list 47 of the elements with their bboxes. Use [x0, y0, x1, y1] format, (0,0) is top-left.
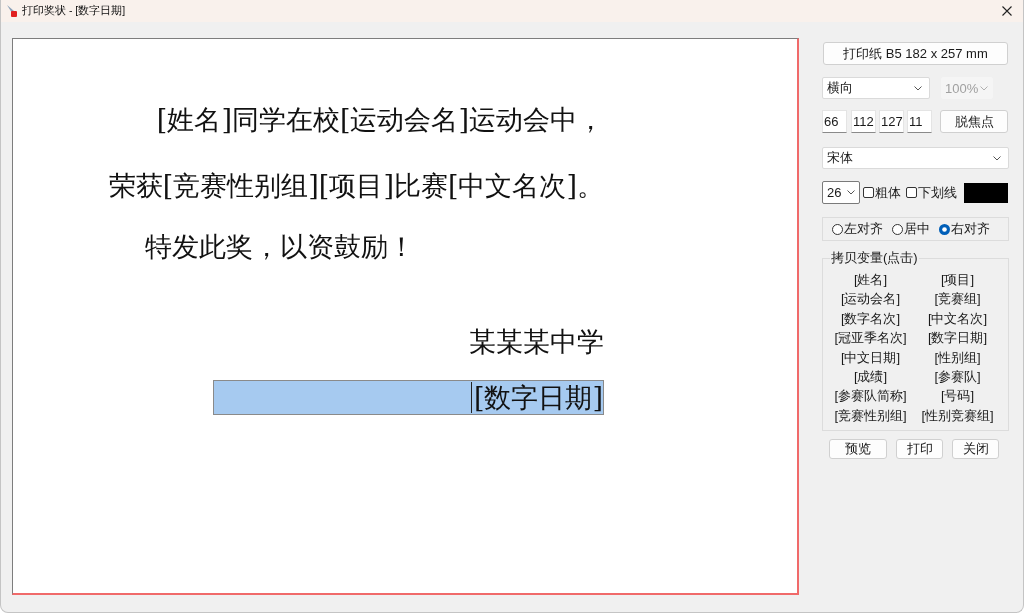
certificate-text[interactable]: 荣获[竞赛性别组][项目]比赛[中文名次]。 [108, 170, 604, 202]
variable-link[interactable]: [项目] [940, 270, 975, 290]
dialog-button[interactable]: 打印 [896, 439, 943, 460]
margin-field[interactable]: 66 [822, 110, 847, 133]
variable-link[interactable]: [运动会名] [840, 289, 901, 309]
variable-link[interactable]: [中文日期] [840, 347, 901, 368]
group-title: 拷贝变量(点击) [830, 250, 919, 266]
variable-link[interactable]: [号码] [940, 386, 975, 406]
variable-link[interactable]: [参赛队简称] [834, 386, 907, 406]
dialog-button[interactable]: 关闭 [952, 439, 999, 460]
certificate-text[interactable]: 特发此奖，以资鼓励！ [145, 231, 415, 263]
variable-link[interactable]: [成绩] [853, 367, 888, 387]
font-size-combo[interactable]: 26 [822, 181, 860, 204]
style-checkbox[interactable]: 粗体 [863, 183, 901, 202]
brush-icon [6, 4, 18, 18]
margin-field[interactable]: 11 [907, 110, 932, 133]
certificate-text[interactable]: [数字日期] [213, 380, 604, 415]
margin-field[interactable]: 127 [879, 110, 904, 133]
variable-link[interactable]: [性别组] [934, 347, 981, 368]
variable-link[interactable]: [冠亚季名次] [834, 328, 907, 348]
margin-field[interactable]: 112 [851, 110, 876, 133]
variable-link[interactable]: [性别竞赛组] [921, 405, 994, 426]
variable-link[interactable]: [竞赛组] [934, 289, 981, 309]
certificate-text[interactable]: [姓名]同学在校[运动会名]运动会中， [156, 104, 604, 136]
variable-link[interactable]: [竞赛性别组] [834, 405, 907, 426]
color-swatch-icon[interactable] [964, 182, 1008, 203]
style-checkbox[interactable]: 下划线 [906, 183, 957, 202]
font-dropdown[interactable]: 宋体 [822, 147, 1009, 169]
window-title: 打印奖状 - [数字日期] [22, 4, 126, 18]
orientation-dropdown[interactable]: 横向 [822, 77, 930, 99]
variable-link[interactable]: [数字日期] [927, 328, 988, 348]
alignment-radio[interactable]: 左对齐 [832, 220, 883, 238]
dialog-button[interactable]: 预览 [829, 439, 887, 460]
close-icon [1002, 6, 1012, 16]
chevron-down-icon [847, 190, 855, 195]
blur-button[interactable]: 脱焦点 [940, 110, 1008, 133]
chevron-down-icon [980, 85, 988, 91]
paper-size-button[interactable]: 打印纸 B5 182 x 257 mm [823, 42, 1008, 65]
variable-link[interactable]: [姓名] [853, 270, 888, 290]
certificate-text[interactable]: 某某某中学 [469, 326, 604, 358]
alignment-radio[interactable]: 右对齐 [939, 220, 990, 238]
variable-link[interactable]: [数字名次] [840, 308, 901, 329]
variable-link[interactable]: [中文名次] [927, 308, 988, 329]
alignment-radio[interactable]: 居中 [892, 220, 930, 238]
variable-link[interactable]: [参赛队] [934, 367, 981, 387]
chevron-down-icon [993, 155, 1001, 161]
chevron-down-icon [914, 85, 922, 91]
